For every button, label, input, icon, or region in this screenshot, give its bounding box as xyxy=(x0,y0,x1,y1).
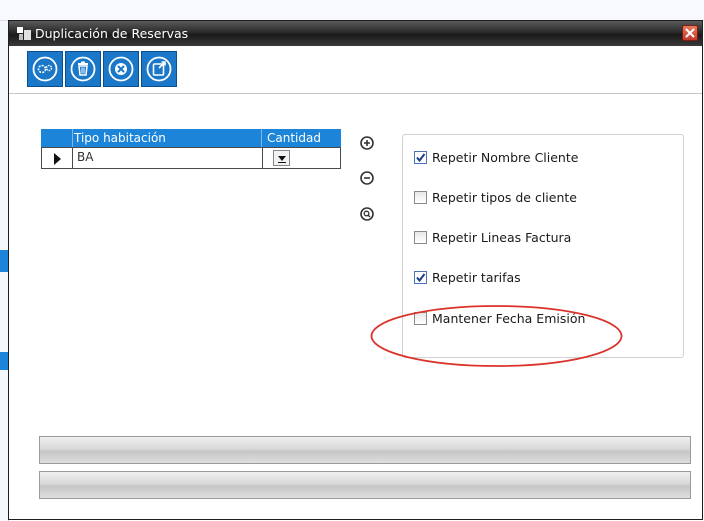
current-row-arrow-icon xyxy=(54,153,61,165)
tipo-habitacion-value: BA xyxy=(77,150,94,164)
row-selector[interactable] xyxy=(42,148,73,168)
close-button[interactable] xyxy=(682,25,698,41)
cantidad-cell[interactable] xyxy=(262,148,340,168)
app-icon xyxy=(17,27,31,40)
close-icon xyxy=(685,28,695,38)
option-label: Repetir Nombre Cliente xyxy=(432,150,579,165)
checkbox[interactable] xyxy=(414,271,427,284)
checkbox[interactable] xyxy=(414,191,427,204)
checkbox[interactable] xyxy=(414,312,427,325)
action-bar-2[interactable] xyxy=(39,471,691,499)
option-label: Repetir tarifas xyxy=(432,270,521,285)
column-header-cantidad[interactable]: Cantidad xyxy=(267,131,321,145)
toolbar-button-delete[interactable] xyxy=(65,51,101,87)
add-circle-icon[interactable] xyxy=(359,135,375,151)
window-title: Duplicación de Reservas xyxy=(35,26,189,41)
option-label: Repetir Lineas Factura xyxy=(432,230,572,245)
action-bar-1[interactable] xyxy=(39,436,691,464)
title-bar: Duplicación de Reservas xyxy=(9,21,702,46)
duplicate-reservations-dialog: Duplicación de Reservas Tipo habitación … xyxy=(8,20,703,520)
cancel-icon xyxy=(108,56,134,82)
search-circle-icon[interactable] xyxy=(359,206,375,222)
dialog-content: Tipo habitación Cantidad BA Repetir Nomb… xyxy=(9,94,702,519)
table-row[interactable]: BA xyxy=(41,147,341,169)
remove-circle-icon[interactable] xyxy=(359,170,375,186)
option-label: Mantener Fecha Emisión xyxy=(432,311,586,326)
background-top-strip xyxy=(0,0,704,21)
toolbar-button-cancel[interactable] xyxy=(103,51,139,87)
trash-icon xyxy=(70,56,96,82)
tipo-habitacion-combo[interactable]: BA xyxy=(74,148,290,168)
column-header-tipo[interactable]: Tipo habitación xyxy=(74,131,166,145)
grid-header: Tipo habitación Cantidad xyxy=(41,129,341,147)
option-label: Repetir tipos de cliente xyxy=(432,190,577,205)
gears-icon xyxy=(32,56,58,82)
checkmark-icon xyxy=(416,273,426,283)
toolbar-button-process[interactable] xyxy=(27,51,63,87)
export-icon xyxy=(146,56,172,82)
room-type-grid: Tipo habitación Cantidad BA xyxy=(41,129,341,172)
checkbox[interactable] xyxy=(414,151,427,164)
grid-corner-cell xyxy=(41,129,73,147)
column-divider xyxy=(261,129,262,147)
options-panel: Repetir Nombre Cliente Repetir tipos de … xyxy=(402,134,684,358)
checkbox[interactable] xyxy=(414,231,427,244)
checkmark-icon xyxy=(416,153,426,163)
toolbar xyxy=(9,46,702,94)
toolbar-button-export[interactable] xyxy=(141,51,177,87)
